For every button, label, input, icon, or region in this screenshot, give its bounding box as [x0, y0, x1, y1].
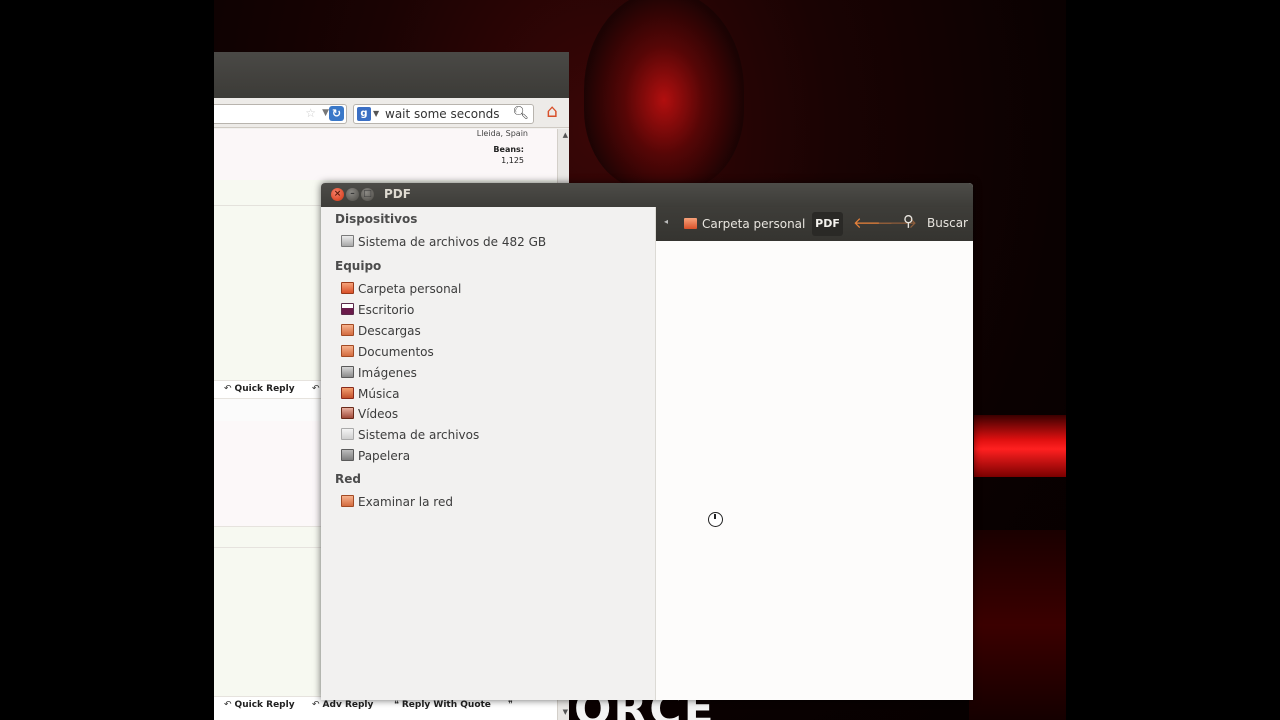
sidebar-item-videos[interactable]: Vídeos — [341, 407, 641, 427]
bookmark-star-icon[interactable]: ☆ — [305, 106, 316, 120]
sidebar-item-documents[interactable]: Documentos — [341, 345, 641, 365]
sidebar-item-label: Examinar la red — [358, 495, 453, 509]
minimize-button[interactable]: – — [346, 188, 359, 201]
search-icon[interactable]: ⚲ — [903, 212, 914, 230]
sidebar-item-music[interactable]: Música — [341, 387, 641, 407]
file-manager-window: × – □ PDF Dispositivos Sistema de archiv… — [321, 183, 973, 700]
sidebar-item-label: Vídeos — [358, 407, 399, 421]
sidebar-item-label: Escritorio — [358, 303, 415, 317]
reply-arrow-icon: ↶ — [224, 384, 232, 394]
trash-icon — [341, 449, 354, 461]
sidebar-heading-computer: Equipo — [335, 259, 382, 273]
search-input[interactable]: wait some seconds — [385, 107, 500, 121]
sidebar-item-label: Imágenes — [358, 366, 417, 380]
sidebar-item-label: Descargas — [358, 324, 421, 338]
adv-reply-button[interactable]: ↶ Adv Reply — [312, 700, 373, 710]
google-engine-icon[interactable]: g — [357, 107, 371, 121]
scroll-up-icon[interactable]: ▲ — [563, 131, 568, 139]
sidebar-item-label: Sistema de archivos — [358, 428, 480, 442]
reply-with-quote-button[interactable]: ❝ Reply With Quote — [394, 700, 491, 710]
quick-reply-button[interactable]: ↶ Quick Reply — [224, 700, 295, 710]
network-icon — [341, 495, 354, 507]
quick-reply-button[interactable]: ↶ Quick Reply — [224, 384, 295, 394]
sidebar-item-trash[interactable]: Papelera — [341, 449, 641, 469]
quick-reply-label: Quick Reply — [234, 384, 295, 394]
documents-folder-icon — [341, 345, 354, 357]
user-location: Lleida, Spain — [476, 129, 528, 138]
maximize-button[interactable]: □ — [361, 188, 374, 201]
sidebar-item-desktop[interactable]: Escritorio — [341, 303, 641, 323]
reply-arrow-icon: ↶ — [312, 700, 320, 710]
sidebar-item-label: Música — [358, 387, 400, 401]
beans-value: 1,125 — [501, 156, 524, 165]
multi-quote-icon: ❞ — [508, 700, 513, 710]
pictures-folder-icon — [341, 366, 354, 378]
search-icon[interactable]: 🔍︎ — [512, 106, 529, 121]
browser-titlebar[interactable] — [214, 52, 569, 98]
url-history-dropdown-icon[interactable]: ▼ — [322, 108, 329, 118]
home-folder-icon — [341, 282, 354, 294]
sidebar-item-filesystem-482gb[interactable]: Sistema de archivos de 482 GB — [341, 235, 641, 255]
music-folder-icon — [341, 387, 354, 399]
letterbox-right — [1066, 0, 1280, 720]
close-button[interactable]: × — [331, 188, 344, 201]
scroll-down-icon[interactable]: ▼ — [563, 708, 568, 716]
screen: ORCE ☆ ▼ ↻ g ▼ wait some seconds 🔍︎ ⌂ Ll… — [0, 0, 1280, 720]
file-manager-toolbar: ◂ Carpeta personal PDF 🡐 🡒 ⚲ Buscar — [656, 207, 973, 241]
filesystem-icon — [341, 428, 354, 440]
sidebar-item-home[interactable]: Carpeta personal — [341, 282, 641, 302]
sidebar-item-label: Carpeta personal — [358, 282, 462, 296]
wallpaper-dark-stripe — [969, 530, 1066, 720]
sidebar-item-downloads[interactable]: Descargas — [341, 324, 641, 344]
url-bar[interactable]: ☆ ▼ ↻ — [214, 104, 347, 124]
desktop-folder-icon — [341, 303, 354, 315]
home-icon[interactable]: ⌂ — [541, 101, 563, 123]
sidebar-item-label: Papelera — [358, 449, 411, 463]
wallpaper-hood-graphic — [584, 0, 744, 190]
path-button-current[interactable]: PDF — [812, 212, 843, 236]
drive-icon — [341, 235, 354, 247]
busy-cursor-icon — [708, 512, 723, 527]
path-button-label: Carpeta personal — [702, 217, 806, 231]
videos-folder-icon — [341, 407, 354, 419]
downloads-folder-icon — [341, 324, 354, 336]
search-button-label[interactable]: Buscar — [927, 216, 968, 230]
post-user-info: Lleida, Spain Beans: 1,125 — [214, 129, 557, 180]
reply-arrow-icon: ↶ — [224, 700, 232, 710]
wallpaper-red-stripe — [974, 415, 1066, 477]
browser-toolbar: ☆ ▼ ↻ g ▼ wait some seconds 🔍︎ ⌂ — [214, 98, 569, 128]
window-title: PDF — [384, 187, 411, 201]
quick-reply-label: Quick Reply — [234, 700, 295, 710]
sidebar-item-pictures[interactable]: Imágenes — [341, 366, 641, 386]
path-scroll-left-icon[interactable]: ◂ — [664, 217, 668, 226]
sidebar-item-label: Sistema de archivos de 482 GB — [358, 235, 547, 249]
window-titlebar[interactable]: × – □ PDF — [321, 183, 973, 207]
reload-icon[interactable]: ↻ — [329, 106, 344, 121]
search-engine-dropdown-icon[interactable]: ▼ — [373, 109, 379, 118]
multi-quote-button[interactable]: ❞ — [508, 700, 516, 710]
sidebar-item-browse-network[interactable]: Examinar la red — [341, 495, 641, 515]
places-sidebar: Dispositivos Sistema de archivos de 482 … — [321, 207, 656, 700]
quote-bubble-icon: ❝ — [394, 700, 399, 710]
reply-with-quote-label: Reply With Quote — [401, 700, 491, 710]
file-view-pane[interactable] — [656, 241, 973, 700]
beans-label: Beans: — [493, 145, 524, 154]
path-button-home[interactable]: Carpeta personal — [684, 214, 805, 234]
sidebar-heading-devices: Dispositivos — [335, 212, 418, 226]
home-folder-icon — [684, 218, 697, 229]
reply-arrow-icon: ↶ — [312, 384, 320, 394]
search-box[interactable]: g ▼ wait some seconds 🔍︎ — [353, 104, 534, 124]
sidebar-heading-network: Red — [335, 472, 361, 486]
sidebar-item-filesystem[interactable]: Sistema de archivos — [341, 428, 641, 448]
sidebar-item-label: Documentos — [358, 345, 434, 359]
adv-reply-label: Adv Reply — [322, 700, 374, 710]
letterbox-left — [0, 0, 214, 720]
